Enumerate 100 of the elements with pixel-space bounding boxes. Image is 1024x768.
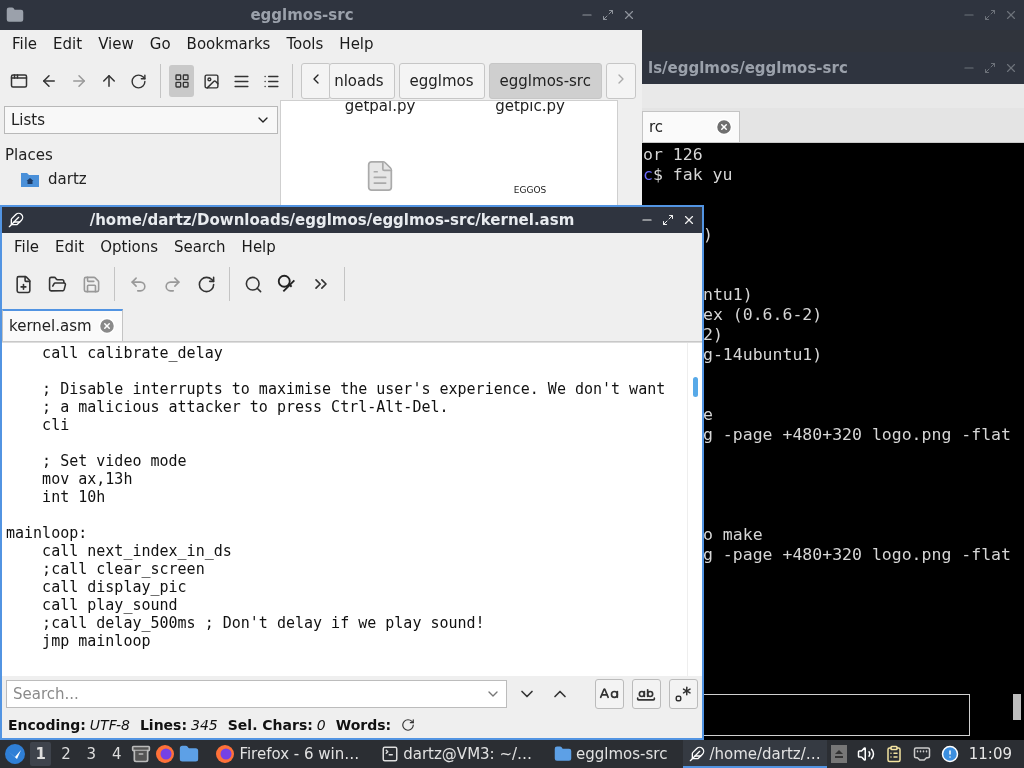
regex-icon — [674, 685, 693, 703]
image-icon — [202, 72, 220, 90]
folder-icon — [554, 745, 573, 763]
status-label: Encoding: — [8, 717, 86, 733]
menu-item[interactable]: Options — [92, 238, 167, 256]
refresh-button[interactable] — [401, 718, 416, 732]
menu-item[interactable]: Edit — [45, 35, 91, 53]
terminal-icon — [381, 745, 400, 763]
menu-item[interactable]: File — [4, 35, 46, 53]
status-label: Words: — [335, 717, 392, 733]
folder-icon — [179, 744, 200, 764]
new-file-icon — [13, 274, 33, 294]
terminal-line: g -page +480+320 logo.png -flat — [703, 425, 1011, 444]
path-button[interactable]: egglmos-src — [488, 63, 602, 99]
notification-button[interactable] — [940, 745, 959, 763]
menu-item[interactable]: Tools — [278, 35, 332, 53]
status-value: UTF-8 — [89, 717, 130, 733]
folder-launcher[interactable] — [179, 744, 200, 764]
code-line: mov ax,13h — [41, 470, 133, 488]
task-button[interactable]: Firefox - 6 win… — [209, 740, 366, 768]
place-item[interactable]: dartz — [4, 170, 278, 188]
task-button[interactable]: dartz@VM3: ~/… — [375, 740, 539, 768]
code-line: call display_pic — [41, 578, 187, 596]
terminal-line: ntu1) — [703, 285, 753, 304]
window-title: egglmos-src — [249, 6, 355, 24]
code-line: call calibrate_delay — [41, 344, 223, 362]
menu-item[interactable]: Search — [166, 238, 234, 256]
maximize-icon[interactable] — [662, 214, 674, 226]
menu-item[interactable]: Bookmarks — [178, 35, 279, 53]
code-line: ;call delay_500ms ; Don't delay if we play sound! — [41, 614, 485, 632]
path-button[interactable]: egglmos — [398, 63, 485, 99]
workspace-button[interactable]: 2 — [55, 742, 77, 766]
redo-icon — [162, 274, 182, 294]
close-icon[interactable] — [682, 213, 696, 227]
undo-icon — [128, 274, 148, 294]
terminal-line: c$ fak yu — [643, 165, 733, 184]
clipboard-button[interactable] — [884, 745, 903, 763]
menu-item[interactable]: File — [6, 238, 48, 256]
feather-icon — [8, 212, 24, 228]
terminal-tab[interactable]: rc — [642, 111, 740, 142]
code-line: int 10h — [41, 488, 106, 506]
alert-icon — [940, 745, 959, 763]
thumbnail-text: EGGOS — [513, 185, 547, 195]
status-label: Lines: — [139, 717, 188, 733]
reload-icon — [130, 72, 148, 90]
workspace-button[interactable]: 1 — [30, 742, 52, 766]
section-heading: Places — [4, 146, 54, 164]
code-line: mainloop: — [6, 524, 88, 542]
file-manager-launcher[interactable] — [131, 744, 152, 764]
view-mode-button[interactable] — [168, 65, 195, 97]
eject-icon — [830, 745, 847, 763]
clipboard-icon — [884, 745, 903, 763]
code-line: ;call clear_screen — [41, 560, 205, 578]
volume-button[interactable] — [856, 745, 875, 763]
terminal-line: g -page +480+320 logo.png -flat — [703, 545, 1011, 564]
task-button[interactable]: /home/dartz/… — [683, 740, 827, 768]
code-line: cli — [41, 416, 70, 434]
workspace-button[interactable]: 3 — [80, 742, 103, 766]
save-icon — [81, 274, 101, 294]
menu-item[interactable]: Help — [233, 238, 284, 256]
menu-item[interactable]: Help — [331, 35, 382, 53]
regex-button[interactable] — [668, 679, 698, 709]
terminal-line: or 126 — [643, 145, 703, 164]
code-line: ; a malicious attacker to press Ctrl-Alt-Del. — [41, 398, 449, 416]
eject-button[interactable] — [830, 745, 847, 763]
dropdown[interactable]: Lists — [4, 106, 278, 134]
refresh-icon — [401, 718, 416, 732]
code-line: call next_index_in_ds — [41, 542, 232, 560]
browser-icon — [215, 744, 236, 764]
clock: 11:09 — [968, 745, 1012, 763]
code-line: jmp mainloop — [41, 632, 151, 650]
status-label: Sel. Chars: — [227, 717, 313, 733]
path-button[interactable]: nloads — [329, 63, 395, 99]
folder-icon — [47, 274, 67, 294]
speaker-icon — [856, 745, 875, 763]
network-icon — [912, 745, 931, 763]
task-button[interactable]: egglmos-src — [548, 740, 674, 768]
folder-icon — [6, 6, 24, 24]
search-field[interactable]: Search... — [6, 680, 507, 708]
scrollbar[interactable] — [1013, 694, 1021, 720]
terminal-line: ) — [703, 225, 713, 244]
whole-word-button[interactable] — [631, 679, 661, 709]
browser-icon — [155, 744, 176, 764]
editor-tab[interactable]: kernel.asm — [2, 309, 123, 341]
terminal-line: e — [703, 405, 713, 424]
window-title: ls/egglmos/egglmos-src — [648, 59, 849, 77]
scrollbar-thumb[interactable] — [692, 377, 698, 397]
match-case-button[interactable] — [594, 679, 624, 709]
browser-launcher[interactable] — [155, 744, 176, 764]
menu-item[interactable]: Edit — [47, 238, 93, 256]
reload-icon — [196, 274, 216, 294]
grid-icon — [173, 73, 190, 89]
menu-item[interactable]: View — [90, 35, 142, 53]
close-icon[interactable] — [715, 118, 733, 136]
drawer-icon — [131, 744, 152, 764]
network-button[interactable] — [912, 745, 931, 763]
terminal-line: 2) — [703, 325, 723, 344]
status-value: 345 — [191, 717, 218, 733]
workspace-button[interactable]: 4 — [106, 742, 128, 766]
menu-item[interactable]: Go — [141, 35, 179, 53]
